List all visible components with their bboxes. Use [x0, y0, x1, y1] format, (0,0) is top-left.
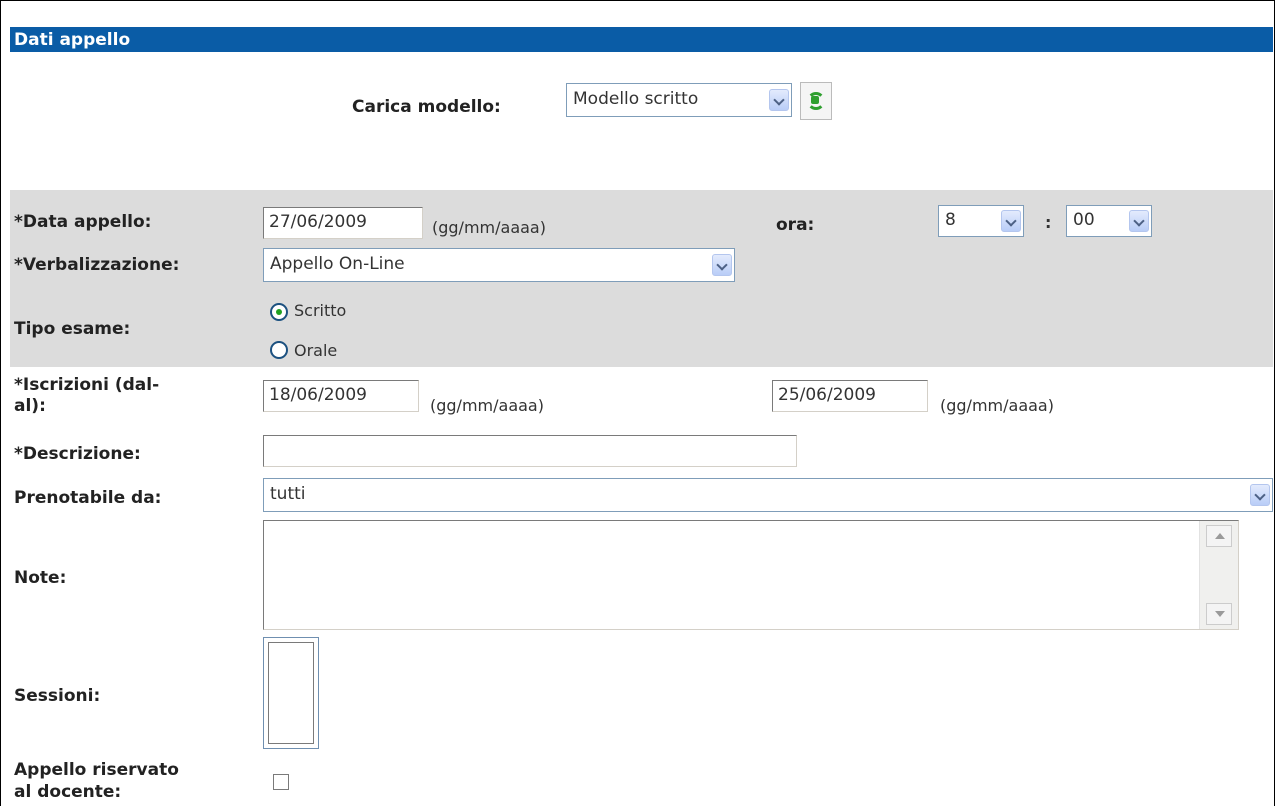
- prenotabile-label: Prenotabile da:: [14, 488, 162, 508]
- verbalizzazione-select[interactable]: Appello On-Line: [263, 248, 735, 282]
- descrizione-input[interactable]: [263, 435, 797, 467]
- modello-select[interactable]: Modello scritto: [566, 83, 792, 117]
- refresh-icon[interactable]: [800, 82, 832, 120]
- ora-hour-select[interactable]: 8: [938, 205, 1024, 237]
- iscrizioni-label-line2: al):: [14, 396, 46, 416]
- verbalizzazione-value: Appello On-Line: [270, 254, 405, 274]
- data-appello-input[interactable]: 27/06/2009: [263, 207, 423, 239]
- iscrizioni-from-input[interactable]: 18/06/2009: [263, 380, 419, 412]
- iscrizioni-to-input[interactable]: 25/06/2009: [772, 380, 928, 412]
- note-textarea[interactable]: [263, 520, 1239, 630]
- radio-orale[interactable]: [270, 341, 288, 359]
- chevron-down-icon[interactable]: [712, 254, 732, 276]
- riservato-checkbox[interactable]: [273, 774, 289, 790]
- ora-separator: :: [1045, 213, 1052, 232]
- verbalizzazione-label: *Verbalizzazione:: [14, 255, 180, 275]
- ora-hour-value: 8: [945, 210, 956, 230]
- panel-header: [10, 27, 1273, 52]
- tipo-esame-label: Tipo esame:: [14, 319, 131, 339]
- descrizione-label: *Descrizione:: [14, 444, 141, 464]
- prenotabile-value: tutti: [270, 484, 306, 504]
- sessioni-label: Sessioni:: [14, 686, 101, 706]
- chevron-down-icon[interactable]: [769, 89, 789, 111]
- panel-frame: [0, 0, 1275, 806]
- scroll-down-icon[interactable]: [1206, 603, 1232, 625]
- data-appello-label: *Data appello:: [14, 212, 152, 232]
- radio-orale-label[interactable]: Orale: [294, 341, 337, 360]
- iscrizioni-to-format-hint: (gg/mm/aaaa): [940, 396, 1054, 415]
- sessioni-listbox-inner: [268, 642, 314, 744]
- radio-scritto[interactable]: [270, 303, 288, 321]
- carica-modello-label: Carica modello:: [352, 97, 501, 117]
- ora-label: ora:: [776, 215, 815, 235]
- radio-scritto-label[interactable]: Scritto: [294, 301, 346, 320]
- ora-minute-value: 00: [1073, 210, 1095, 230]
- riservato-label-line1: Appello riservato: [14, 760, 179, 780]
- riservato-label-line2: al docente:: [14, 782, 122, 802]
- data-appello-format-hint: (gg/mm/aaaa): [432, 218, 546, 237]
- scroll-up-icon[interactable]: [1206, 525, 1232, 547]
- modello-select-value: Modello scritto: [573, 89, 699, 109]
- note-scrollbar[interactable]: [1199, 521, 1238, 629]
- chevron-down-icon[interactable]: [1250, 484, 1270, 506]
- sessioni-listbox[interactable]: [263, 637, 319, 749]
- iscrizioni-from-format-hint: (gg/mm/aaaa): [430, 396, 544, 415]
- chevron-down-icon[interactable]: [1001, 210, 1021, 232]
- panel-title: Dati appello: [14, 30, 131, 50]
- chevron-down-icon[interactable]: [1129, 210, 1149, 232]
- note-label: Note:: [14, 568, 67, 588]
- prenotabile-select[interactable]: tutti: [263, 478, 1273, 512]
- iscrizioni-label-line1: *Iscrizioni (dal-: [14, 375, 160, 395]
- ora-minute-select[interactable]: 00: [1066, 205, 1152, 237]
